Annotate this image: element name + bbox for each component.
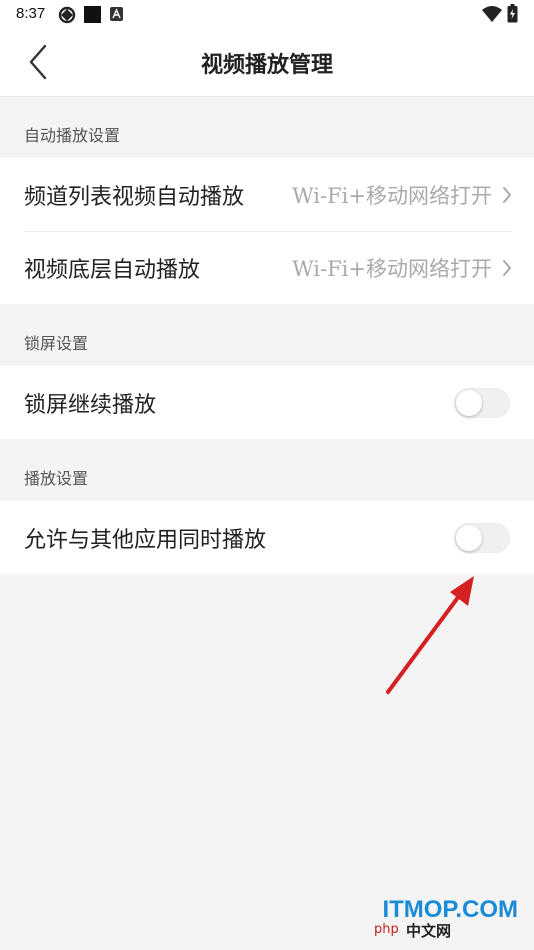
wifi-icon (482, 6, 502, 22)
setting-row-allow-simultaneous: 允许与其他应用同时播放 (0, 501, 534, 574)
nav-bar: 视频播放管理 (0, 28, 534, 97)
watermark-cn: 中文网 (406, 922, 452, 940)
square-icon (84, 6, 101, 23)
watermark: ITMOP.COM php 中文网 (366, 896, 526, 944)
simultaneous-play-toggle[interactable] (454, 522, 510, 553)
status-time: 8:37 (16, 5, 46, 22)
chevron-right-icon (503, 186, 511, 203)
annotation-arrow-icon (386, 576, 474, 694)
sync-icon (58, 6, 76, 24)
setting-row-lockscreen-continue: 锁屏继续播放 (0, 366, 534, 439)
setting-label: 频道列表视频自动播放 (24, 184, 245, 210)
chevron-right-icon (503, 259, 511, 276)
settings-card-autoplay: 频道列表视频自动播放 Wi-Fi+移动网络打开 视频底层自动播放 Wi-Fi+移… (0, 158, 534, 304)
a-badge-icon (110, 7, 123, 21)
toggle-knob (456, 389, 482, 416)
status-bar: 8:37 (0, 0, 534, 28)
setting-value: Wi-Fi+移动网络打开 (292, 256, 492, 281)
setting-label: 锁屏继续播放 (24, 392, 157, 418)
page-title: 视频播放管理 (200, 53, 333, 78)
section-header-playback: 播放设置 (24, 469, 89, 488)
settings-card-lockscreen: 锁屏继续播放 (0, 366, 534, 439)
battery-icon (507, 4, 518, 23)
setting-row-channel-autoplay[interactable]: 频道列表视频自动播放 Wi-Fi+移动网络打开 (0, 158, 534, 231)
setting-label: 允许与其他应用同时播放 (24, 527, 267, 553)
lockscreen-play-toggle[interactable] (454, 387, 510, 418)
setting-value: Wi-Fi+移动网络打开 (292, 183, 492, 208)
toggle-knob (456, 524, 482, 551)
watermark-php: php (374, 922, 399, 937)
section-header-autoplay: 自动播放设置 (24, 126, 121, 145)
section-header-lockscreen: 锁屏设置 (24, 334, 89, 353)
setting-row-bottom-autoplay[interactable]: 视频底层自动播放 Wi-Fi+移动网络打开 (0, 231, 534, 304)
setting-label: 视频底层自动播放 (24, 257, 201, 283)
settings-card-playback: 允许与其他应用同时播放 (0, 501, 534, 574)
